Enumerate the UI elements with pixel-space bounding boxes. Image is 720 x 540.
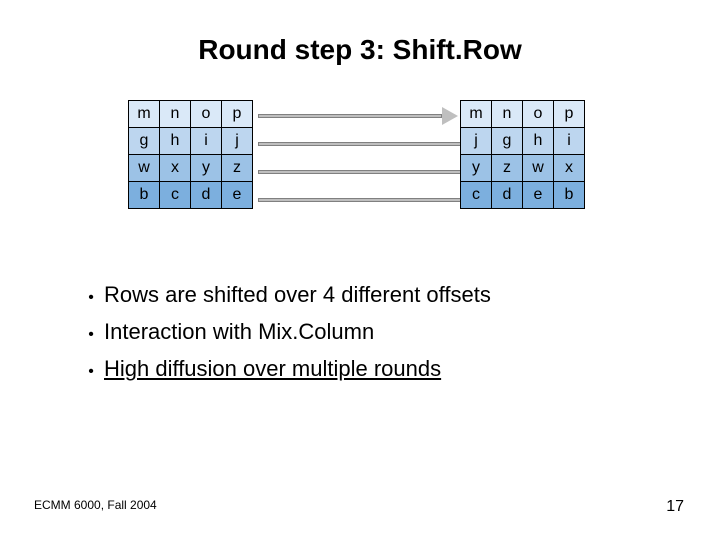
cell: h: [523, 128, 554, 155]
cell: c: [461, 182, 492, 209]
cell: x: [160, 155, 191, 182]
bullet-text: Rows are shifted over 4 different offset…: [104, 278, 491, 312]
cell: g: [129, 128, 160, 155]
state-grid-after: m n o p j g h i y z w x c d e b: [460, 100, 585, 209]
cell: g: [492, 128, 523, 155]
cell: e: [523, 182, 554, 209]
state-grid-before: m n o p g h i j w x y z b c d e: [128, 100, 253, 209]
bullet-item: • Interaction with Mix.Column: [78, 315, 491, 352]
cell: i: [191, 128, 222, 155]
bullet-list: • Rows are shifted over 4 different offs…: [78, 278, 491, 389]
bullet-dot-icon: •: [78, 355, 104, 389]
shiftrow-diagram: m n o p g h i j w x y z b c d e: [128, 100, 596, 220]
bullet-text: High diffusion over multiple rounds: [104, 352, 441, 386]
cell: p: [554, 101, 585, 128]
arrow-row-1: [258, 142, 474, 146]
cell: y: [191, 155, 222, 182]
cell: y: [461, 155, 492, 182]
cell: z: [492, 155, 523, 182]
shift-arrows: [258, 102, 458, 218]
cell: h: [160, 128, 191, 155]
cell: e: [222, 182, 253, 209]
cell: x: [554, 155, 585, 182]
cell: o: [523, 101, 554, 128]
arrow-row-0: [258, 114, 442, 118]
cell: d: [191, 182, 222, 209]
cell: z: [222, 155, 253, 182]
cell: m: [129, 101, 160, 128]
cell: w: [129, 155, 160, 182]
bullet-text: Interaction with Mix.Column: [104, 315, 374, 349]
bullet-dot-icon: •: [78, 281, 104, 315]
cell: n: [492, 101, 523, 128]
cell: m: [461, 101, 492, 128]
footer-course: ECMM 6000, Fall 2004: [34, 498, 157, 512]
cell: d: [492, 182, 523, 209]
cell: j: [461, 128, 492, 155]
cell: j: [222, 128, 253, 155]
cell: c: [160, 182, 191, 209]
cell: b: [554, 182, 585, 209]
bullet-dot-icon: •: [78, 318, 104, 352]
cell: n: [160, 101, 191, 128]
arrow-head-icon: [442, 107, 458, 125]
bullet-item: • Rows are shifted over 4 different offs…: [78, 278, 491, 315]
cell: w: [523, 155, 554, 182]
slide: Round step 3: Shift.Row m n o p g h i j …: [0, 0, 720, 540]
cell: o: [191, 101, 222, 128]
bullet-item: • High diffusion over multiple rounds: [78, 352, 491, 389]
cell: i: [554, 128, 585, 155]
cell: b: [129, 182, 160, 209]
slide-title: Round step 3: Shift.Row: [0, 34, 720, 66]
footer-page-number: 17: [666, 498, 684, 516]
cell: p: [222, 101, 253, 128]
